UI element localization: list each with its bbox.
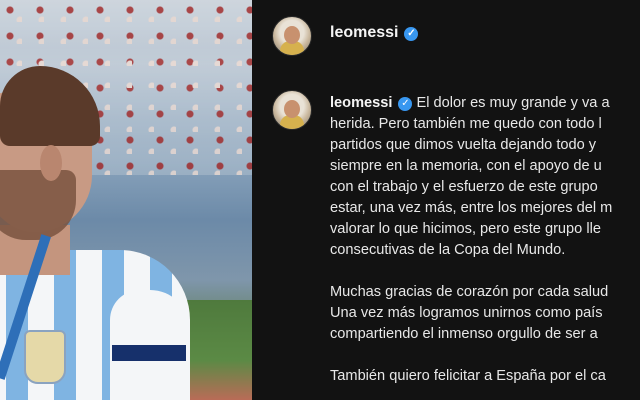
caption-line: Una vez más logramos unirnos como país: [330, 305, 603, 321]
caption-username[interactable]: leomessi: [330, 95, 392, 111]
caption-line: consecutivas de la Copa del Mundo.: [330, 242, 566, 258]
caption-line: También quiero felicitar a España por el…: [330, 368, 606, 384]
caption-text: leomessi ✓ El dolor es muy grande y va a …: [330, 93, 640, 387]
post-header[interactable]: leomessi ✓: [330, 24, 419, 42]
caption-line: con el trabajo y el esfuerzo de este gru…: [330, 179, 598, 195]
caption-line: estar, una vez más, entre los mejores de…: [330, 200, 613, 216]
caption-avatar[interactable]: [272, 90, 312, 130]
shirt-crest: [24, 330, 66, 384]
verified-badge-icon: ✓: [404, 27, 419, 41]
author-username[interactable]: leomessi: [330, 24, 398, 41]
verified-badge-icon: ✓: [398, 97, 413, 111]
author-avatar[interactable]: [272, 16, 312, 56]
caption-line: siempre en la memoria, con el apoyo de u: [330, 158, 602, 174]
caption-first-line: leomessi ✓ El dolor es muy grande y va a: [330, 93, 640, 114]
player-ear: [40, 145, 62, 181]
sleeve-cuff: [112, 345, 186, 361]
caption-line: compartiendo el inmenso orgullo de ser a: [330, 326, 598, 342]
comment-panel: leomessi ✓ leomessi ✓ El dolor es muy gran…: [252, 0, 640, 400]
caption-line: herida. Pero también me quedo con todo l: [330, 116, 602, 132]
caption-line: Muchas gracias de corazón por cada salud: [330, 284, 609, 300]
caption-line: valorar lo que hicimos, pero este grupo …: [330, 221, 601, 237]
caption-line: El dolor es muy grande y va a: [416, 95, 610, 111]
caption-line: partidos que dimos vuelta dejando todo y: [330, 137, 597, 153]
post-photo: [0, 0, 252, 400]
